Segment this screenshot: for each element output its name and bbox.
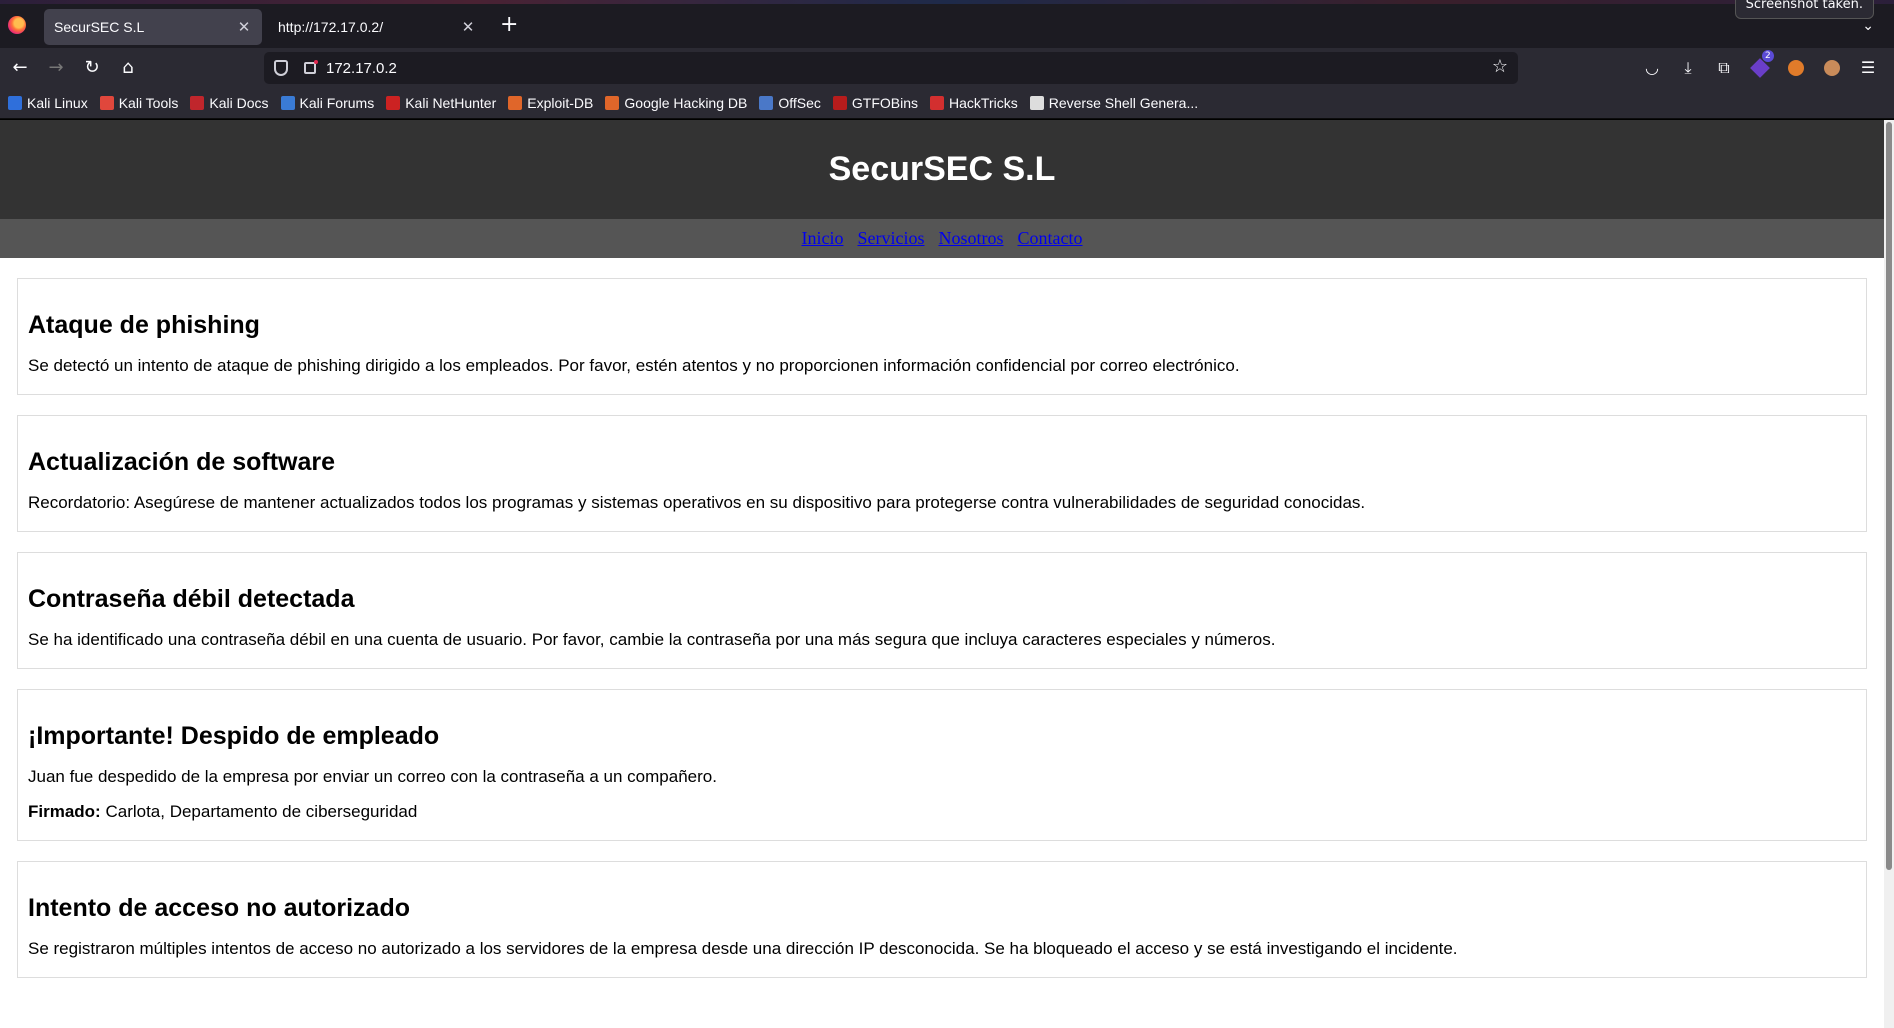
bookmark-item[interactable]: Exploit-DB [508, 95, 593, 111]
new-tab-icon[interactable]: + [500, 13, 518, 37]
bookmark-item[interactable]: OffSec [759, 95, 821, 111]
post-heading: Contraseña débil detectada [28, 585, 355, 613]
offsec-icon [759, 96, 774, 110]
post-card: Contraseña débil detectada Se ha identif… [17, 552, 1867, 669]
post-body: Juan fue despedido de la empresa por env… [28, 767, 717, 786]
app-menu-icon[interactable]: ☰ [1856, 56, 1880, 80]
home-icon[interactable]: ⌂ [116, 56, 140, 80]
bookmark-item[interactable]: Google Hacking DB [605, 95, 747, 111]
tab-close-icon[interactable]: ✕ [236, 18, 252, 36]
nav-link-servicios[interactable]: Servicios [857, 228, 924, 249]
kali-forums-icon [280, 96, 295, 110]
kali-docs-icon [190, 96, 205, 110]
list-all-tabs-icon[interactable]: ⌄ [1862, 18, 1874, 34]
bookmark-star-icon[interactable]: ☆ [1492, 56, 1508, 77]
bookmark-item[interactable]: Kali Forums [280, 95, 375, 111]
post-body: Se registraron múltiples intentos de acc… [28, 939, 1458, 958]
site-nav: Inicio Servicios Nosotros Contacto [0, 219, 1884, 258]
vertical-scrollbar[interactable] [1884, 120, 1894, 1028]
post-heading: Intento de acceso no autorizado [28, 894, 410, 922]
bookmark-item[interactable]: Kali Tools [99, 95, 179, 111]
site-title: SecurSEC S.L [828, 150, 1056, 188]
bookmark-label: Exploit-DB [527, 95, 594, 111]
bookmarks-toolbar: Kali Linux Kali Tools Kali Docs Kali Forums… [0, 88, 1894, 119]
account-avatar-icon[interactable] [1820, 56, 1844, 80]
reload-icon[interactable]: ↻ [80, 56, 104, 80]
tab-ip-address[interactable]: http://172.17.0.2/ ✕ [268, 9, 486, 45]
bookmark-item[interactable]: GTFOBins [832, 95, 919, 111]
bookmark-item[interactable]: Reverse Shell Genera... [1029, 95, 1199, 111]
post-card: Intento de acceso no autorizado Se regis… [17, 861, 1867, 978]
bookmark-label: Reverse Shell Genera... [1048, 95, 1199, 111]
nethunter-icon [386, 96, 401, 110]
signature-value: Carlota, Departamento de ciberseguridad [100, 802, 418, 821]
scrollbar-thumb[interactable] [1886, 122, 1892, 870]
post-body: Recordatorio: Asegúrese de mantener actu… [28, 493, 1366, 512]
post-heading: Actualización de software [28, 448, 336, 476]
bookmark-item[interactable]: Kali Docs [190, 95, 269, 111]
screenshot-notification: Screenshot taken. [1734, 0, 1874, 19]
tab-close-icon[interactable]: ✕ [460, 18, 476, 36]
bookmark-item[interactable]: Kali Linux [8, 95, 88, 111]
window-top-edge [0, 0, 1894, 4]
post-body: Se detectó un intento de ataque de phish… [28, 356, 1240, 375]
extensions-icon[interactable]: ⧉ [1712, 56, 1736, 80]
page-viewport: SecurSEC S.L Inicio Servicios Nosotros C… [0, 120, 1894, 1028]
nav-link-contacto[interactable]: Contacto [1018, 228, 1083, 249]
nav-link-inicio[interactable]: Inicio [801, 228, 843, 249]
skull-icon [1029, 96, 1044, 110]
tab-bar: SecurSEC S.L ✕ http://172.17.0.2/ ✕ + Sc… [0, 0, 1894, 48]
tab-label: SecurSEC S.L [54, 19, 145, 35]
forward-arrow-icon[interactable]: → [44, 56, 68, 80]
bookmark-label: HackTricks [949, 95, 1018, 111]
tab-securesec[interactable]: SecurSEC S.L ✕ [44, 9, 262, 45]
extension-badge-count: 2 [1762, 50, 1774, 62]
url-input[interactable] [326, 52, 1426, 84]
bookmark-label: GTFOBins [851, 95, 919, 111]
bookmark-item[interactable]: Kali NetHunter [386, 95, 496, 111]
bookmark-label: Kali Linux [27, 95, 88, 111]
nav-link-nosotros[interactable]: Nosotros [938, 228, 1003, 249]
post-card: Ataque de phishing Se detectó un intento… [17, 278, 1867, 395]
navigation-toolbar: ← → ↻ ⌂ ☆ ◡ ⤓ ⧉ 2 ☰ [0, 48, 1894, 88]
url-bar[interactable]: ☆ [264, 52, 1518, 84]
post-body: Se ha identificado una contraseña débil … [28, 630, 1276, 649]
ghdb-icon [605, 96, 620, 110]
tab-label: http://172.17.0.2/ [278, 19, 384, 35]
extension-badge-icon[interactable]: 2 [1748, 50, 1774, 80]
downloads-icon[interactable]: ⤓ [1676, 56, 1700, 80]
bookmark-label: Kali NetHunter [405, 95, 497, 111]
bookmark-label: Google Hacking DB [624, 95, 748, 111]
exploitdb-icon [508, 96, 523, 110]
bookmark-label: Kali Tools [118, 95, 179, 111]
pocket-icon[interactable]: ◡ [1640, 56, 1664, 80]
bookmark-item[interactable]: HackTricks [930, 95, 1018, 111]
kali-icon [8, 96, 22, 110]
posts-list: Ataque de phishing Se detectó un intento… [0, 258, 1884, 978]
post-signature: Firmado: Carlota, Departamento de cibers… [28, 802, 1856, 822]
bookmark-label: OffSec [778, 95, 821, 111]
kali-tools-icon [99, 96, 114, 110]
post-card: Actualización de software Recordatorio: … [17, 415, 1867, 532]
back-arrow-icon[interactable]: ← [8, 56, 32, 80]
site-header: SecurSEC S.L [0, 120, 1884, 219]
post-card: ¡Importante! Despido de empleado Juan fu… [17, 689, 1867, 841]
gtfobins-icon [832, 96, 847, 110]
bookmark-label: Kali Forums [299, 95, 375, 111]
foxyproxy-icon[interactable] [1784, 56, 1808, 80]
signature-label: Firmado: [28, 802, 101, 821]
tracking-protection-icon[interactable] [274, 60, 288, 76]
post-heading: ¡Importante! Despido de empleado [28, 722, 440, 750]
hacktricks-icon [930, 96, 945, 110]
firefox-menu-icon[interactable] [8, 16, 26, 34]
post-heading: Ataque de phishing [28, 311, 260, 339]
bookmark-label: Kali Docs [209, 95, 269, 111]
insecure-lock-icon[interactable] [304, 60, 318, 74]
